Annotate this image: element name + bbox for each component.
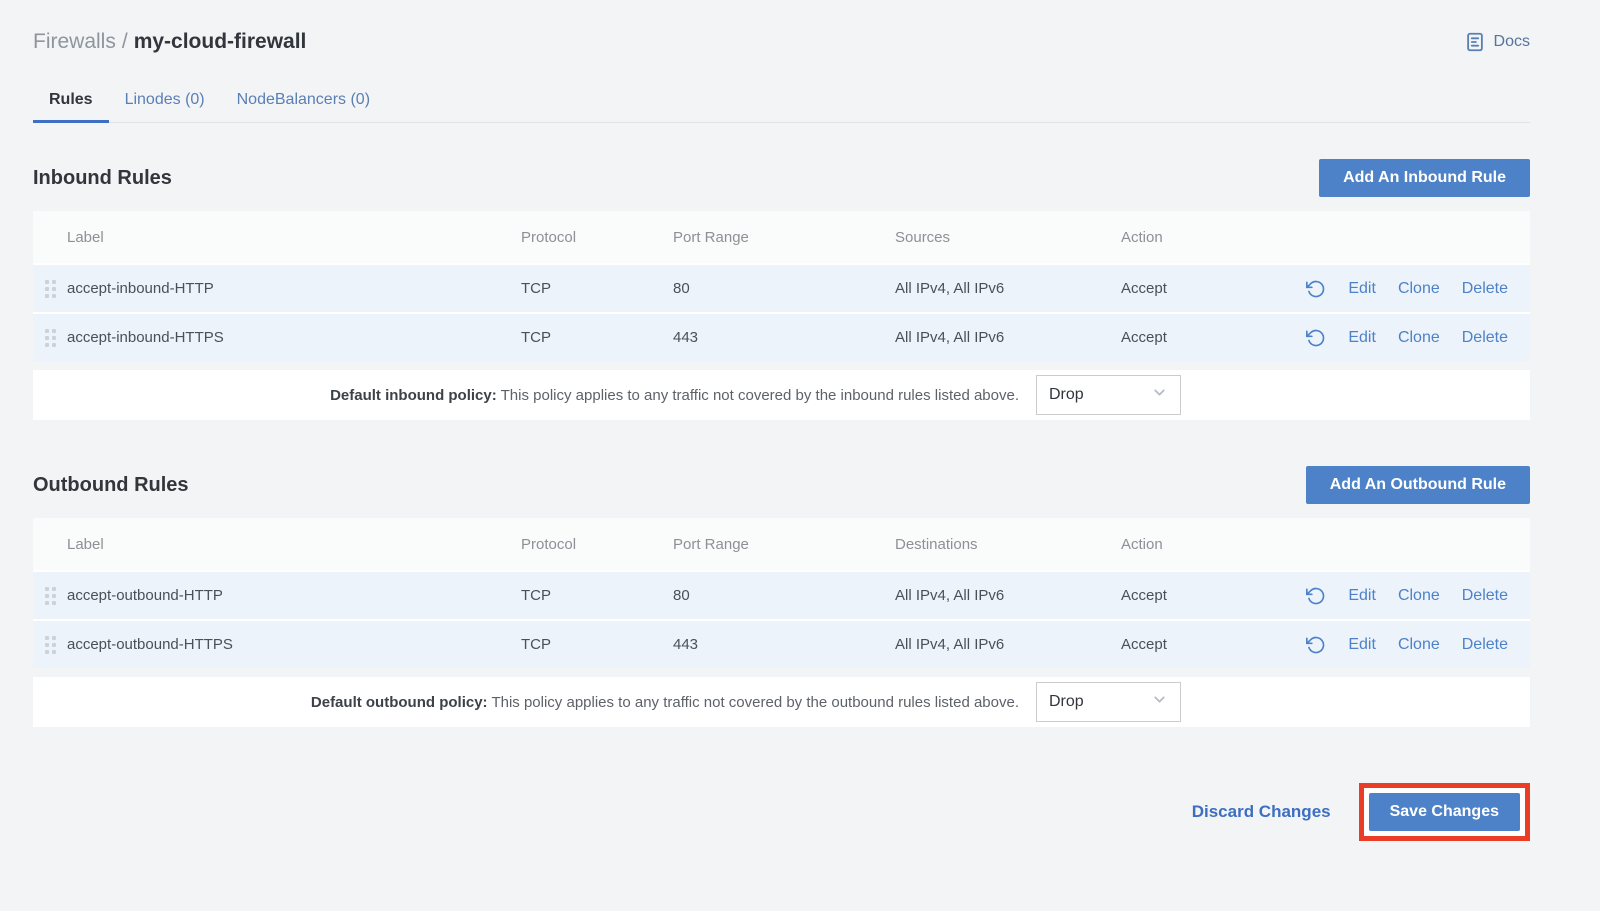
column-header-sources: Sources [895,229,1121,246]
clone-link[interactable]: Clone [1398,280,1440,298]
rule-label: accept-outbound-HTTPS [67,636,521,653]
breadcrumb: Firewalls / my-cloud-firewall [33,30,306,54]
discard-changes-link[interactable]: Discard Changes [1192,802,1331,822]
rule-port-range: 80 [673,280,895,297]
undo-arrow-icon[interactable] [1306,586,1326,606]
rule-protocol: TCP [521,587,673,604]
drag-dots-icon[interactable] [45,280,56,298]
rule-label: accept-inbound-HTTPS [67,329,521,346]
rule-protocol: TCP [521,329,673,346]
clone-link[interactable]: Clone [1398,329,1440,347]
rule-label: accept-outbound-HTTP [67,587,521,604]
column-header-port-range: Port Range [673,536,895,553]
annotation-highlight-box: Save Changes [1359,783,1530,841]
undo-arrow-icon[interactable] [1306,279,1326,299]
rule-addresses: All IPv4, All IPv6 [895,329,1121,346]
table-row-accept-inbound-http: accept-inbound-HTTP TCP 80 All IPv4, All… [33,263,1530,312]
add-outbound-rule-button[interactable]: Add An Outbound Rule [1306,466,1530,504]
edit-link[interactable]: Edit [1348,280,1376,298]
breadcrumb-separator: / [122,30,128,53]
inbound-policy-select[interactable]: Drop [1036,375,1181,415]
clone-link[interactable]: Clone [1398,636,1440,654]
column-header-protocol: Protocol [521,536,673,553]
outbound-table-header: Label Protocol Port Range Destinations A… [33,518,1530,570]
inbound-table-header: Label Protocol Port Range Sources Action [33,211,1530,263]
column-header-destinations: Destinations [895,536,1121,553]
rule-port-range: 80 [673,587,895,604]
outbound-rules-title: Outbound Rules [33,474,189,497]
edit-link[interactable]: Edit [1348,587,1376,605]
add-inbound-rule-button[interactable]: Add An Inbound Rule [1319,159,1530,197]
default-inbound-policy-row: Default inbound policy: This policy appl… [33,370,1530,420]
outbound-rules-table: Label Protocol Port Range Destinations A… [33,518,1530,727]
tab-linodes[interactable]: Linodes (0) [109,76,221,123]
policy-label: Default outbound policy: [311,694,488,711]
delete-link[interactable]: Delete [1462,329,1508,347]
rule-port-range: 443 [673,329,895,346]
footer-actions: Discard Changes Save Changes [33,783,1530,841]
undo-arrow-icon[interactable] [1306,328,1326,348]
tab-bar: Rules Linodes (0) NodeBalancers (0) [33,76,1530,123]
delete-link[interactable]: Delete [1462,280,1508,298]
column-header-port-range: Port Range [673,229,895,246]
clone-link[interactable]: Clone [1398,587,1440,605]
rule-action: Accept [1121,587,1251,604]
docs-link[interactable]: Docs [1464,31,1530,53]
docs-link-label: Docs [1494,33,1530,51]
inbound-rules-table: Label Protocol Port Range Sources Action… [33,211,1530,420]
undo-arrow-icon[interactable] [1306,635,1326,655]
default-outbound-policy-text: Default outbound policy: This policy app… [33,694,1019,711]
rule-protocol: TCP [521,636,673,653]
chevron-down-icon [1151,384,1168,406]
rule-addresses: All IPv4, All IPv6 [895,636,1121,653]
outbound-rules-section: Outbound Rules Add An Outbound Rule Labe… [33,466,1530,727]
outbound-policy-selected-value: Drop [1049,693,1084,711]
save-changes-button[interactable]: Save Changes [1369,793,1520,831]
column-header-label: Label [67,229,521,246]
rule-addresses: All IPv4, All IPv6 [895,280,1121,297]
column-header-action: Action [1121,536,1251,553]
inbound-rules-title: Inbound Rules [33,167,172,190]
column-header-label: Label [67,536,521,553]
drag-dots-icon[interactable] [45,587,56,605]
outbound-policy-select[interactable]: Drop [1036,682,1181,722]
drag-dots-icon[interactable] [45,636,56,654]
table-row-accept-outbound-https: accept-outbound-HTTPS TCP 443 All IPv4, … [33,619,1530,668]
document-icon [1464,31,1486,53]
inbound-rules-section: Inbound Rules Add An Inbound Rule Label … [33,159,1530,420]
rule-port-range: 443 [673,636,895,653]
rule-protocol: TCP [521,280,673,297]
chevron-down-icon [1151,691,1168,713]
default-outbound-policy-row: Default outbound policy: This policy app… [33,677,1530,727]
policy-description: This policy applies to any traffic not c… [491,694,1019,711]
default-inbound-policy-text: Default inbound policy: This policy appl… [33,387,1019,404]
rule-action: Accept [1121,329,1251,346]
policy-label: Default inbound policy: [330,387,497,404]
policy-description: This policy applies to any traffic not c… [501,387,1019,404]
breadcrumb-current-firewall: my-cloud-firewall [134,30,307,53]
tab-nodebalancers[interactable]: NodeBalancers (0) [221,76,386,123]
delete-link[interactable]: Delete [1462,587,1508,605]
page-header: Firewalls / my-cloud-firewall Docs [33,0,1530,54]
edit-link[interactable]: Edit [1348,329,1376,347]
inbound-policy-selected-value: Drop [1049,386,1084,404]
rule-action: Accept [1121,280,1251,297]
rule-label: accept-inbound-HTTP [67,280,521,297]
column-header-protocol: Protocol [521,229,673,246]
edit-link[interactable]: Edit [1348,636,1376,654]
table-row-accept-outbound-http: accept-outbound-HTTP TCP 80 All IPv4, Al… [33,570,1530,619]
tab-rules[interactable]: Rules [33,76,109,123]
drag-dots-icon[interactable] [45,329,56,347]
delete-link[interactable]: Delete [1462,636,1508,654]
rule-action: Accept [1121,636,1251,653]
breadcrumb-firewalls-link[interactable]: Firewalls [33,30,116,53]
table-row-accept-inbound-https: accept-inbound-HTTPS TCP 443 All IPv4, A… [33,312,1530,361]
column-header-action: Action [1121,229,1251,246]
rule-addresses: All IPv4, All IPv6 [895,587,1121,604]
